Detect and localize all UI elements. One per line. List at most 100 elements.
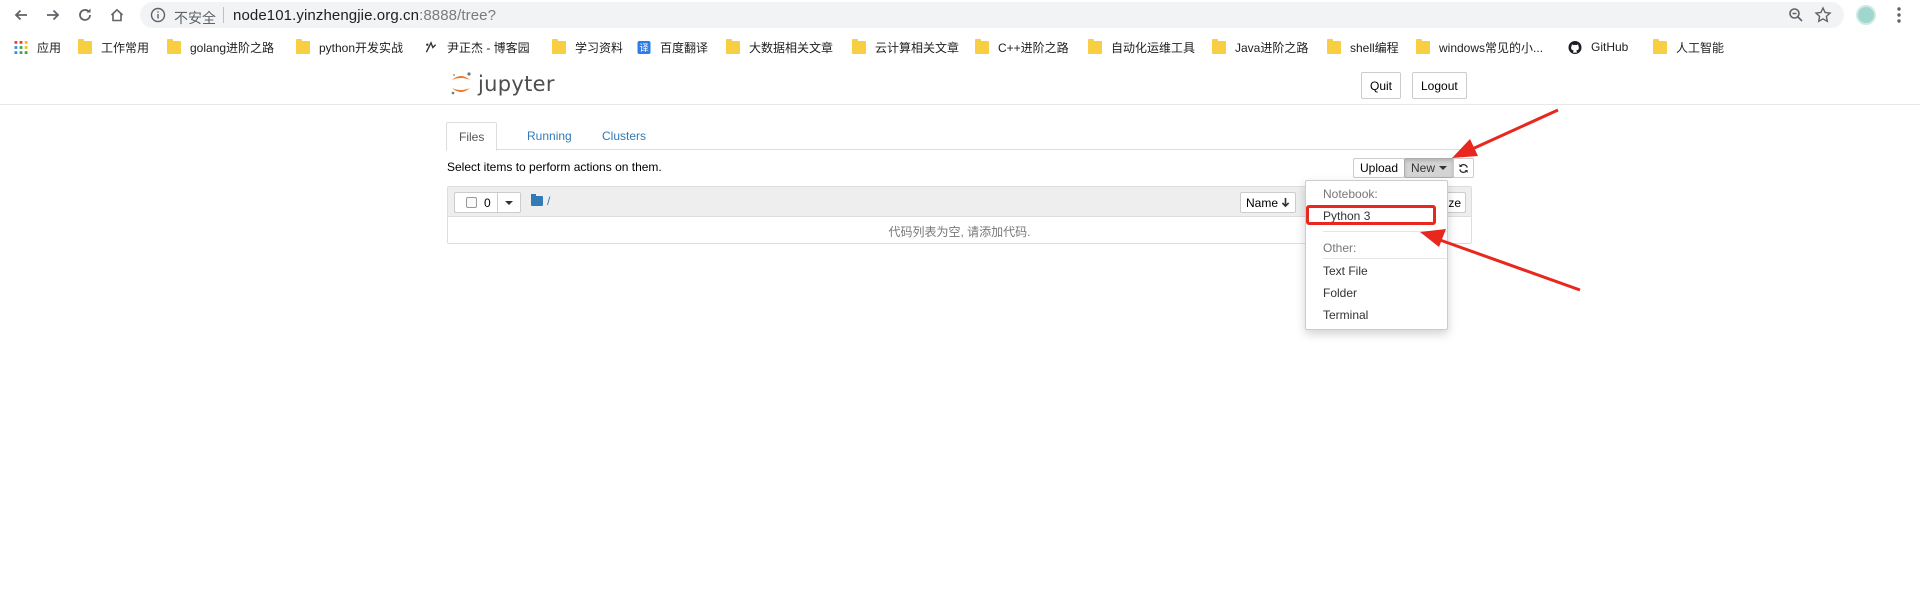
bookmark-label: Java进阶之路 xyxy=(1235,40,1309,55)
bookmark-folder[interactable]: golang进阶之路 xyxy=(167,37,274,57)
bookmark-label: shell编程 xyxy=(1350,40,1399,55)
bookmark-apps[interactable]: 应用 xyxy=(14,37,61,57)
back-button[interactable] xyxy=(10,4,32,26)
new-button-label: New xyxy=(1411,161,1436,175)
tab-running[interactable]: Running xyxy=(515,122,584,150)
jupyter-logo-text: jupyter xyxy=(478,72,555,96)
jupyter-logo[interactable]: jupyter xyxy=(450,70,555,98)
breadcrumb[interactable]: / xyxy=(531,194,550,208)
selected-count: 0 xyxy=(484,196,491,210)
bookmark-folder[interactable]: python开发实战 xyxy=(296,37,403,57)
folder-icon xyxy=(1088,38,1102,54)
select-all-checkbox[interactable] xyxy=(466,197,477,208)
bookmark-folder[interactable]: 云计算相关文章 xyxy=(852,37,959,57)
refresh-icon xyxy=(1459,163,1468,173)
profile-avatar[interactable] xyxy=(1856,5,1876,25)
browser-toolbar: 不安全 node101.yinzhengjie.org.cn:8888/tree… xyxy=(0,0,1920,30)
breadcrumb-root[interactable]: / xyxy=(547,194,550,208)
select-all-group[interactable]: 0 xyxy=(454,192,521,213)
folder-icon xyxy=(1212,38,1226,54)
url-host: node101.yinzhengjie.org.cn xyxy=(233,7,420,24)
bookmark-label: 百度翻译 xyxy=(660,40,709,55)
folder-icon xyxy=(1416,38,1430,54)
forward-button[interactable] xyxy=(42,4,64,26)
sort-by-name-button[interactable]: Name xyxy=(1240,192,1297,213)
back-arrow-icon xyxy=(14,9,27,21)
select-items-hint: Select items to perform actions on them. xyxy=(447,160,662,174)
folder-icon xyxy=(552,38,566,54)
bookmark-label: 应用 xyxy=(37,40,62,55)
select-menu-caret-icon[interactable] xyxy=(505,201,513,205)
upload-button[interactable]: Upload xyxy=(1353,158,1406,178)
home-icon xyxy=(110,8,124,22)
info-icon[interactable] xyxy=(150,7,166,23)
reload-icon xyxy=(79,8,91,21)
zoom-icon[interactable] xyxy=(1788,7,1804,23)
tab-files[interactable]: Files xyxy=(446,122,498,151)
folder-icon xyxy=(1653,38,1667,54)
jupyter-header: jupyter Quit Logout xyxy=(0,61,1920,105)
bookmark-label: 大数据相关文章 xyxy=(749,40,834,55)
notebook-section-header: Notebook: xyxy=(1323,187,1378,201)
folder-icon xyxy=(726,38,740,54)
select-divider xyxy=(497,193,498,212)
bookmark-label: 自动化运维工具 xyxy=(1111,40,1196,55)
bookmark-label: 学习资料 xyxy=(575,40,624,55)
bookmark-star-icon[interactable] xyxy=(1814,6,1832,24)
arrow-down-icon xyxy=(1281,198,1290,208)
bookmarks-bar: 应用 工作常用 golang进阶之路 python开发实战 尹正杰 - 博客园 … xyxy=(0,33,1920,61)
annotation-highlight-box xyxy=(1306,205,1436,225)
menu-divider xyxy=(1323,258,1447,259)
github-icon xyxy=(1568,40,1582,54)
url-text[interactable]: node101.yinzhengjie.org.cn:8888/tree? xyxy=(233,7,496,24)
bookmark-folder[interactable]: windows常见的小... xyxy=(1416,37,1543,57)
bookmark-folder[interactable]: C++进阶之路 xyxy=(975,37,1069,57)
bookmark-folder[interactable]: 学习资料 xyxy=(552,37,623,57)
reload-button[interactable] xyxy=(74,4,96,26)
folder-icon xyxy=(531,194,543,206)
bookmark-folder[interactable]: shell编程 xyxy=(1327,37,1399,57)
logout-button[interactable]: Logout xyxy=(1412,72,1467,99)
bookmark-folder[interactable]: 人工智能 xyxy=(1653,37,1724,57)
new-dropdown-button[interactable]: New xyxy=(1404,158,1455,178)
tab-clusters[interactable]: Clusters xyxy=(590,122,658,150)
address-divider xyxy=(223,7,224,23)
caret-down-icon xyxy=(1439,166,1448,170)
quit-button[interactable]: Quit xyxy=(1361,72,1402,99)
sort-name-label: Name xyxy=(1246,195,1279,210)
forward-arrow-icon xyxy=(47,9,60,21)
bookmark-cnblogs[interactable]: 尹正杰 - 博客园 xyxy=(424,37,530,57)
bookmark-label: golang进阶之路 xyxy=(190,40,275,55)
bookmark-folder[interactable]: 大数据相关文章 xyxy=(726,37,833,57)
bookmark-label: 云计算相关文章 xyxy=(875,40,960,55)
bookmark-folder[interactable]: Java进阶之路 xyxy=(1212,37,1308,57)
bookmark-label: 尹正杰 - 博客园 xyxy=(447,40,530,55)
file-browser-tabs: Files Running Clusters xyxy=(446,122,1472,151)
bookmark-folder[interactable]: 自动化运维工具 xyxy=(1088,37,1195,57)
browser-menu-icon[interactable] xyxy=(1890,5,1908,25)
apps-grid-icon xyxy=(14,40,28,54)
menu-item-folder[interactable]: Folder xyxy=(1323,286,1357,300)
bookmark-baidu-translate[interactable]: 译 百度翻译 xyxy=(637,37,708,57)
folder-icon xyxy=(167,38,181,54)
url-path: :8888/tree? xyxy=(419,7,497,24)
refresh-button[interactable] xyxy=(1453,158,1474,178)
folder-icon xyxy=(852,38,866,54)
menu-item-text-file[interactable]: Text File xyxy=(1323,264,1368,278)
bookmark-github[interactable]: GitHub xyxy=(1568,37,1628,57)
folder-icon xyxy=(78,38,92,54)
new-dropdown-menu: Notebook: Python 3 Other: Text File Fold… xyxy=(1305,180,1448,330)
menu-item-terminal[interactable]: Terminal xyxy=(1323,308,1368,322)
address-bar[interactable]: 不安全 node101.yinzhengjie.org.cn:8888/tree… xyxy=(140,2,1844,28)
cnblogs-icon xyxy=(425,40,437,52)
folder-icon xyxy=(296,38,310,54)
folder-icon xyxy=(975,38,989,54)
svg-text:译: 译 xyxy=(639,43,648,54)
bookmark-label: GitHub xyxy=(1591,40,1629,54)
jupyter-logo-icon xyxy=(451,72,471,95)
bookmark-folder[interactable]: 工作常用 xyxy=(78,37,149,57)
home-button[interactable] xyxy=(106,4,128,26)
baidu-translate-icon: 译 xyxy=(637,40,651,54)
bookmark-label: 工作常用 xyxy=(101,40,150,55)
bookmark-label: 人工智能 xyxy=(1676,40,1725,55)
